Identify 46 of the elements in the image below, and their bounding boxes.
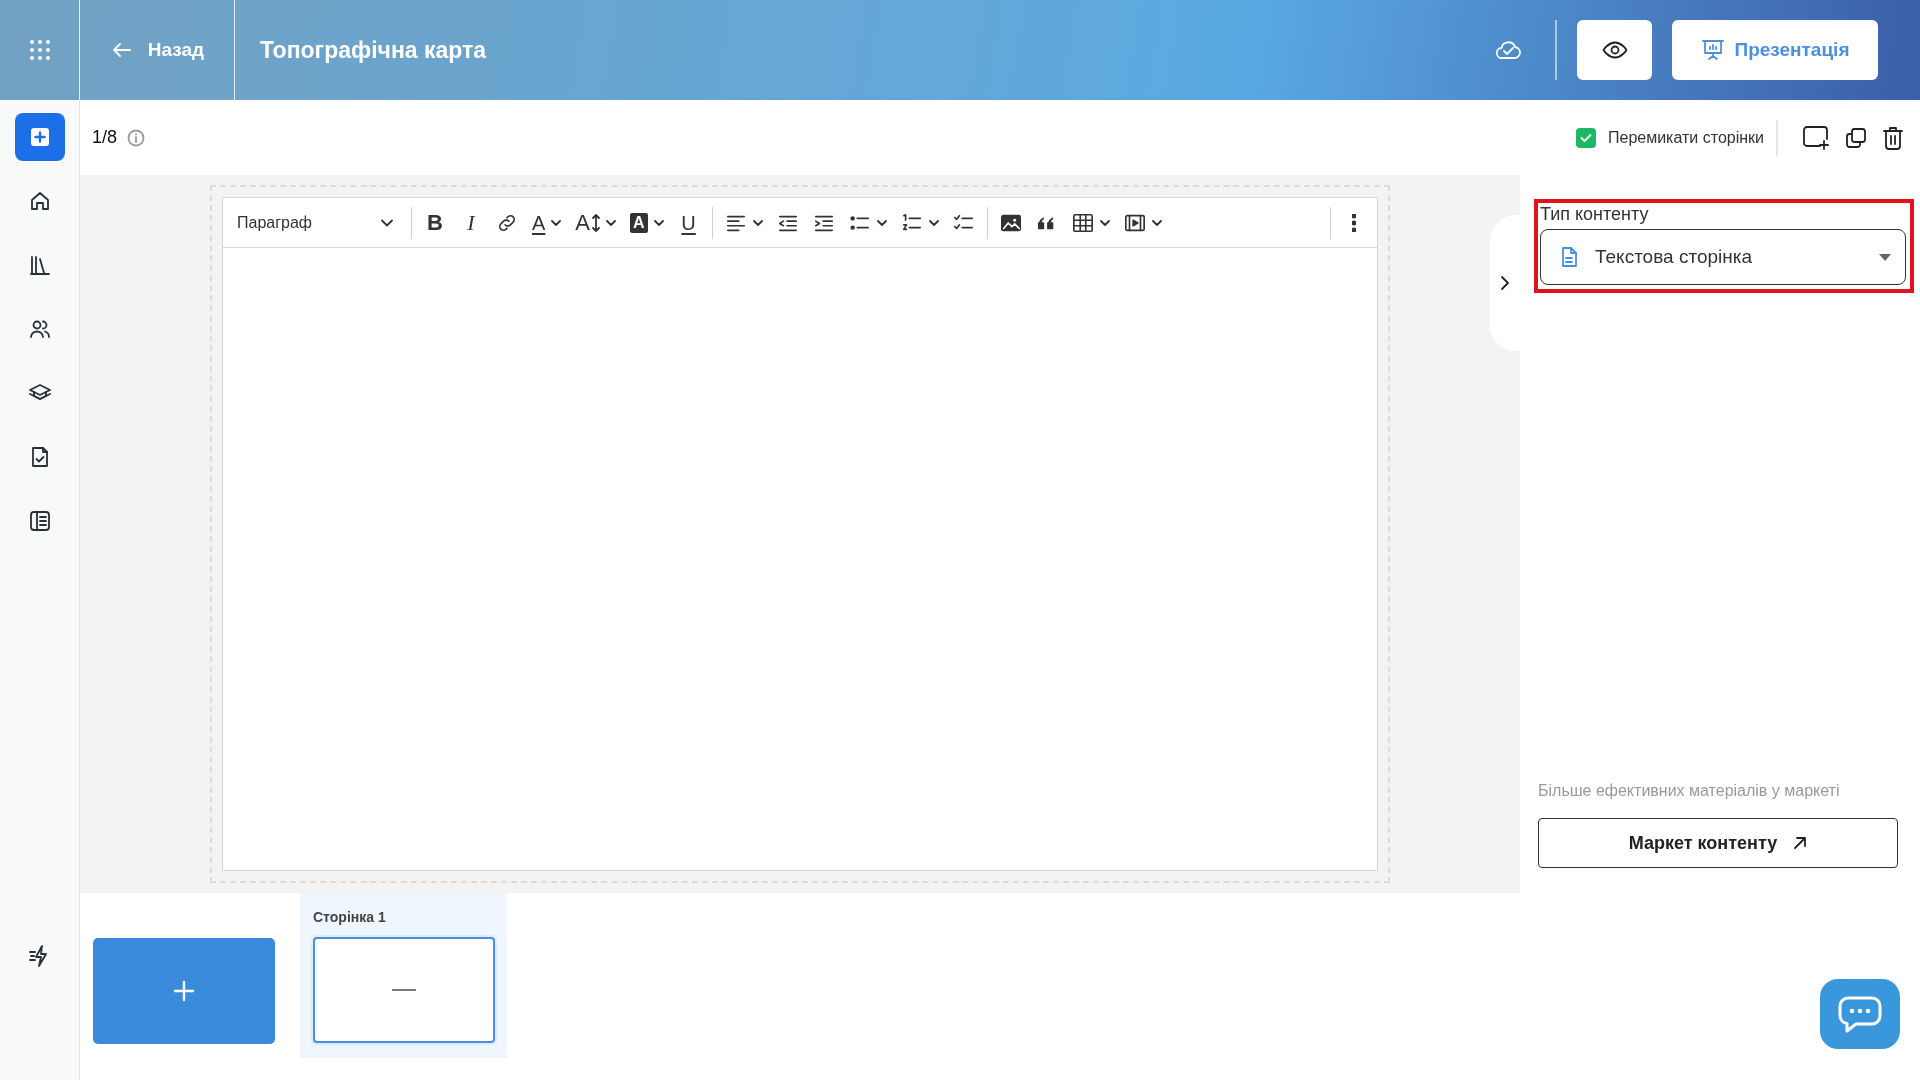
plus-square-icon <box>29 127 50 147</box>
saved-status-button[interactable] <box>1495 39 1521 61</box>
page-counter: 1/8 <box>92 127 118 148</box>
speech-bubble-icon <box>1838 995 1882 1033</box>
info-icon <box>127 128 146 147</box>
cloud-check-icon <box>1495 39 1521 61</box>
more-vertical-icon <box>1352 213 1356 232</box>
paragraph-style-dropdown[interactable]: Параграф <box>227 204 403 241</box>
arrow-up-right-icon <box>1793 836 1808 850</box>
document-title: Топографічна карта <box>260 36 487 64</box>
highlight-button[interactable]: A <box>626 204 668 241</box>
checkmark-icon <box>1580 132 1592 143</box>
book-list-icon <box>27 509 52 533</box>
add-slide-icon <box>1802 124 1830 151</box>
eye-icon <box>1601 40 1628 60</box>
market-button[interactable]: Маркет контенту <box>1538 818 1898 868</box>
vertical-arrows-icon <box>592 212 601 233</box>
bold-button[interactable]: B <box>420 204 450 241</box>
page-thumbnail[interactable] <box>313 937 495 1043</box>
font-size-button[interactable]: A <box>571 204 621 241</box>
plus-icon <box>173 980 195 1002</box>
underline-button[interactable]: U <box>673 204 704 241</box>
dropdown-triangle-icon <box>1879 253 1891 261</box>
trash-icon <box>1882 124 1904 151</box>
panel-toggle-button[interactable] <box>1490 215 1520 351</box>
italic-button[interactable]: I <box>456 204 486 241</box>
chevron-down-icon <box>381 218 393 227</box>
document-icon <box>1561 247 1577 267</box>
field-label: Тип контенту <box>1540 203 1650 225</box>
font-color-button[interactable]: A <box>528 204 566 241</box>
market-hint: Більше ефективних матеріалів у маркеті <box>1538 782 1841 800</box>
copy-icon <box>1844 125 1868 150</box>
create-button[interactable] <box>14 113 65 161</box>
table-icon <box>1071 211 1094 234</box>
content-type-dropdown[interactable]: Текстова сторінка <box>1540 229 1906 285</box>
checkbox-label: Перемикати сторінки <box>1608 128 1764 147</box>
preview-button[interactable] <box>1577 20 1652 80</box>
page-card[interactable]: Сторінка 1 <box>300 893 507 1058</box>
text-line-mark <box>392 989 416 991</box>
chevron-right-icon <box>1500 275 1510 291</box>
books-icon <box>27 253 52 277</box>
grid-dots-icon <box>27 38 52 62</box>
presentation-board-icon <box>1700 38 1725 62</box>
checkbox[interactable] <box>1576 127 1596 148</box>
page-label: Сторінка 1 <box>313 909 387 925</box>
chat-button[interactable] <box>1820 979 1900 1049</box>
